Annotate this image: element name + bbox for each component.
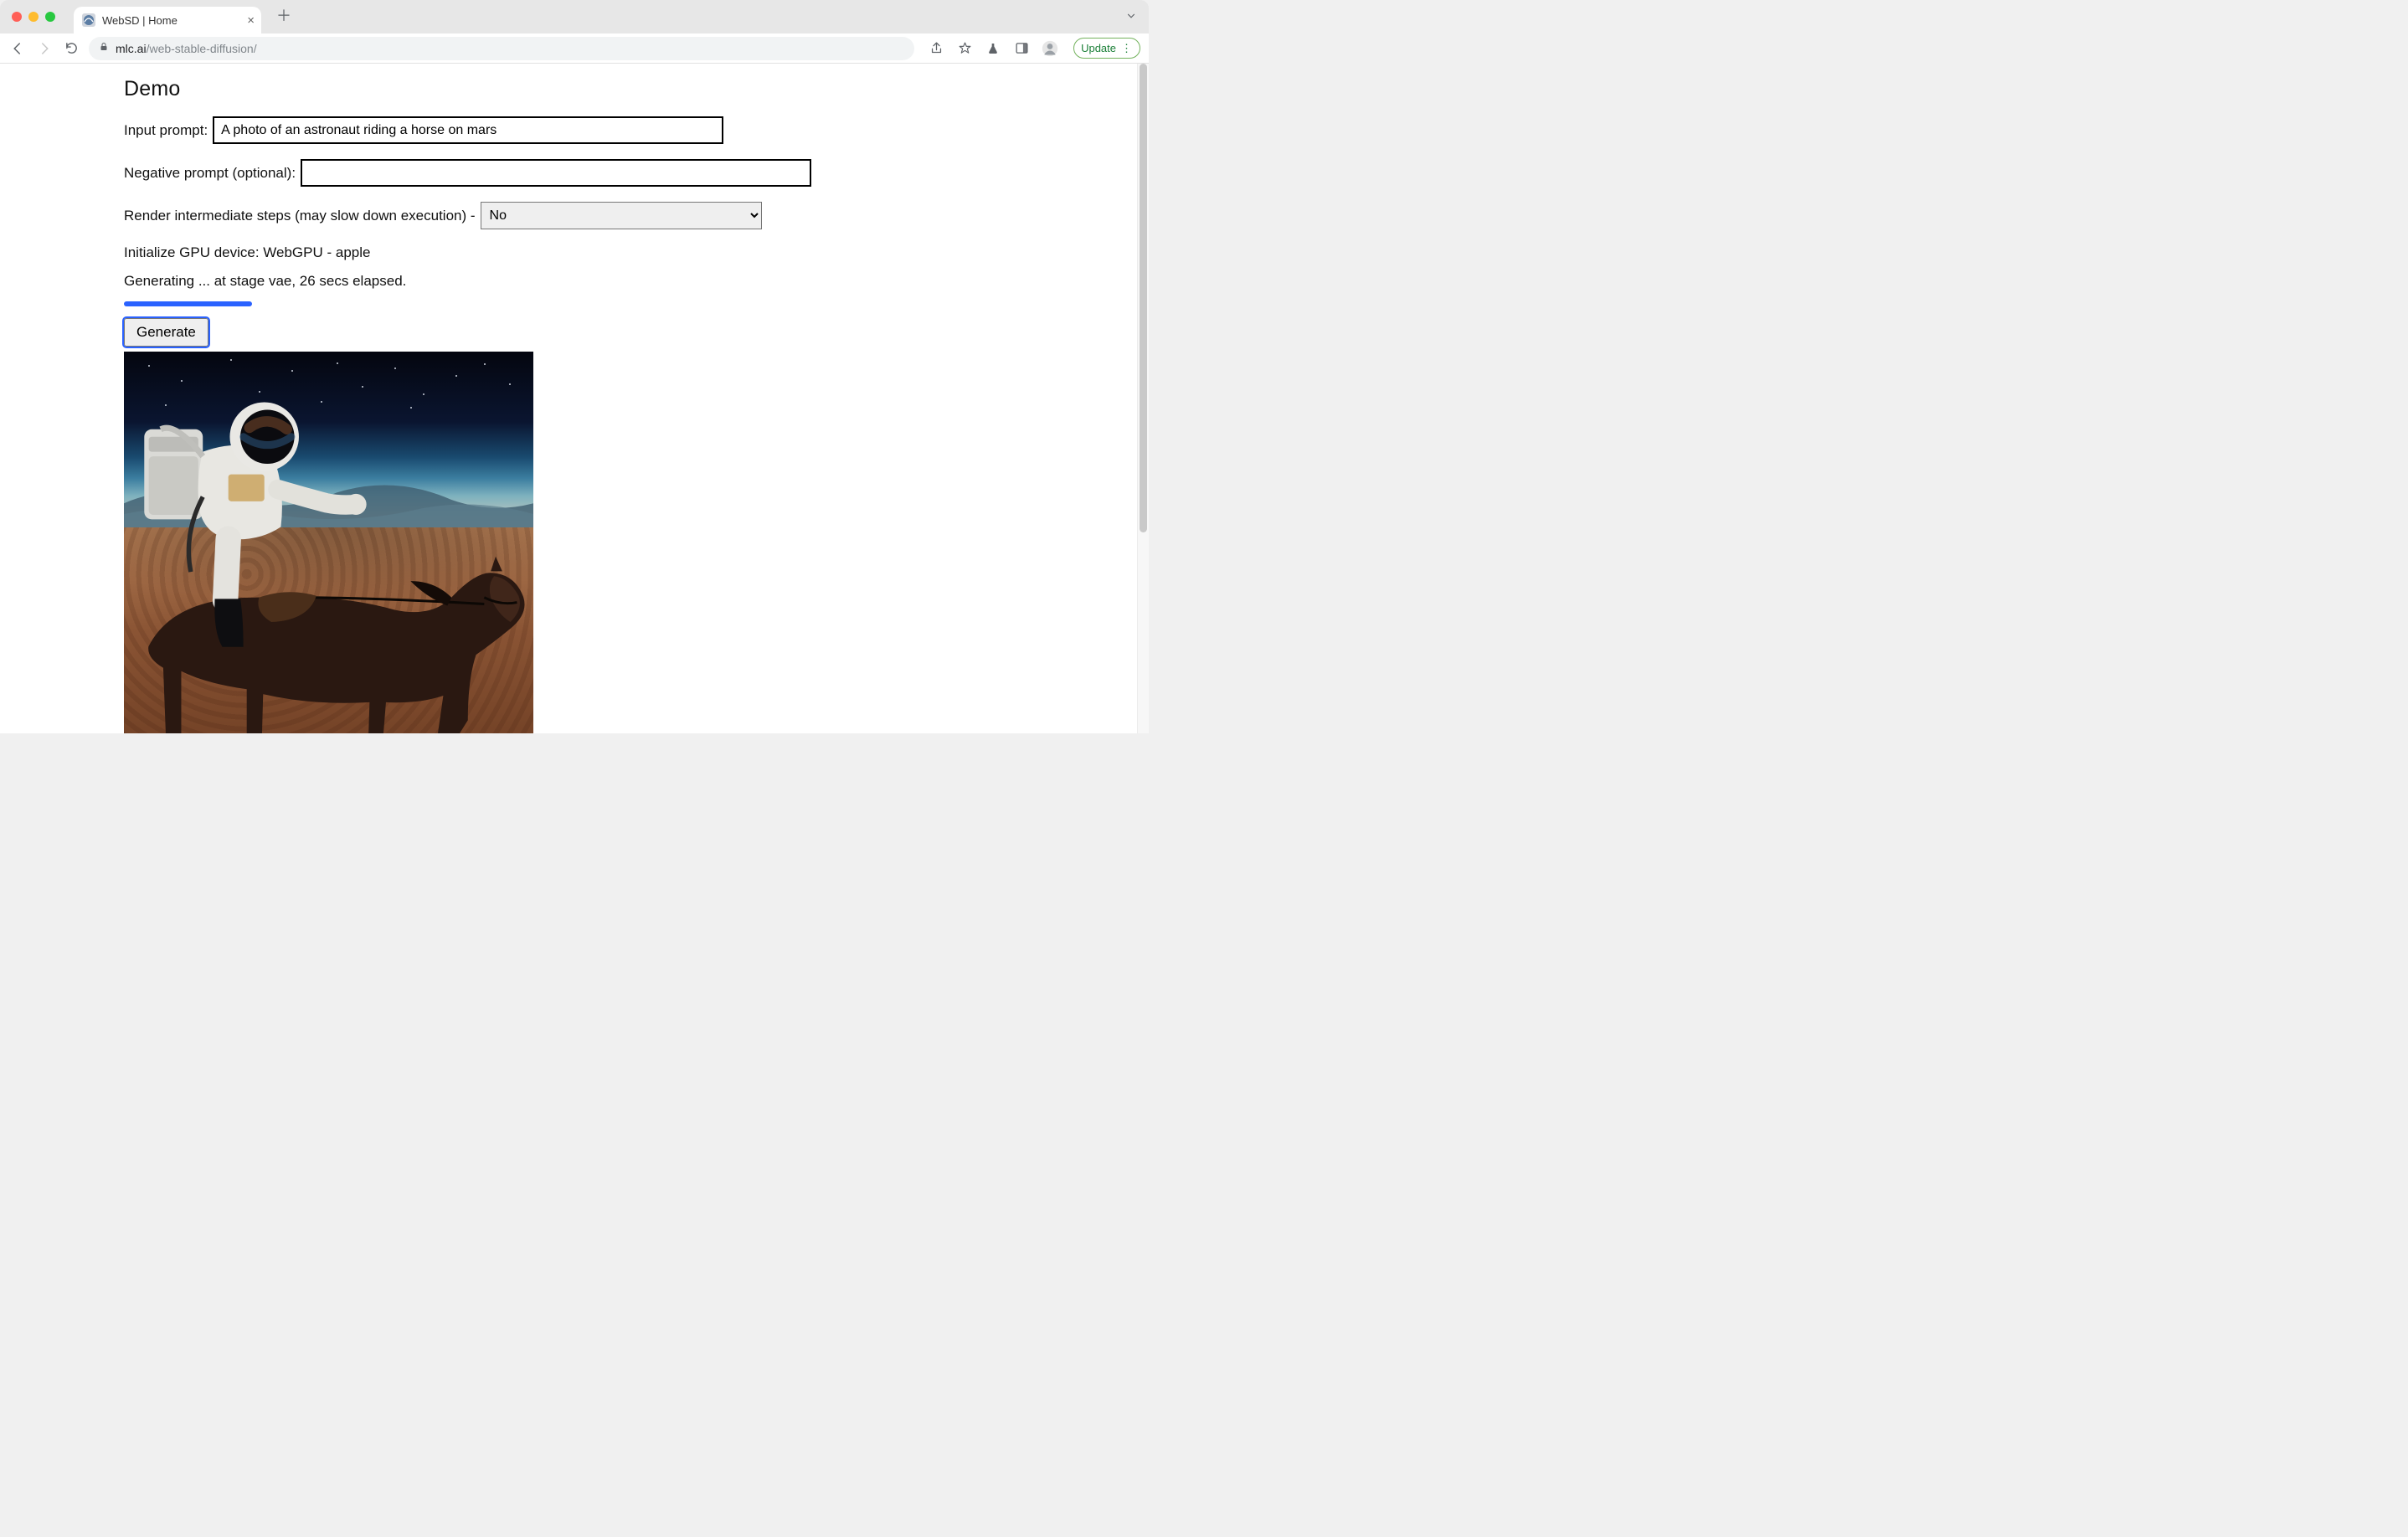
- update-button[interactable]: Update ⋮: [1073, 38, 1140, 59]
- address-bar[interactable]: mlc.ai/web-stable-diffusion/: [89, 37, 914, 60]
- negative-prompt-field[interactable]: [301, 159, 811, 187]
- generated-image: [124, 352, 533, 733]
- window-fullscreen-button[interactable]: [45, 12, 55, 22]
- page-content: Demo Input prompt: Negative prompt (opti…: [0, 64, 837, 733]
- reload-button[interactable]: [62, 39, 80, 58]
- input-prompt-field[interactable]: [213, 116, 723, 144]
- image-astronaut: [124, 384, 378, 655]
- browser-tab[interactable]: WebSD | Home ×: [74, 7, 261, 33]
- generation-status-text: Generating ... at stage vae, 26 secs ela…: [124, 273, 837, 290]
- window-close-button[interactable]: [12, 12, 22, 22]
- render-intermediate-select[interactable]: No: [481, 202, 762, 229]
- share-icon[interactable]: [928, 40, 944, 57]
- gpu-status-text: Initialize GPU device: WebGPU - apple: [124, 244, 837, 261]
- forward-button[interactable]: [35, 39, 54, 58]
- tabs-dropdown-button[interactable]: [1125, 10, 1137, 26]
- window-minimize-button[interactable]: [28, 12, 39, 22]
- scrollbar-thumb[interactable]: [1140, 64, 1147, 532]
- negative-prompt-label: Negative prompt (optional):: [124, 165, 296, 182]
- generate-button[interactable]: Generate: [124, 318, 208, 347]
- new-tab-button[interactable]: ＋: [273, 4, 295, 26]
- extension-flask-icon[interactable]: [985, 40, 1001, 57]
- negative-prompt-row: Negative prompt (optional):: [124, 159, 837, 187]
- browser-toolbar: mlc.ai/web-stable-diffusion/ Update ⋮: [0, 33, 1149, 64]
- render-intermediate-label: Render intermediate steps (may slow down…: [124, 208, 476, 224]
- vertical-scrollbar[interactable]: [1137, 64, 1149, 733]
- secure-lock-icon: [99, 42, 109, 54]
- url-host: mlc.ai: [116, 42, 147, 55]
- input-prompt-label: Input prompt:: [124, 122, 208, 139]
- tab-close-button[interactable]: ×: [247, 13, 255, 28]
- side-panel-icon[interactable]: [1013, 40, 1030, 57]
- url-path: /web-stable-diffusion/: [147, 42, 257, 55]
- window-controls: [12, 12, 55, 22]
- update-label: Update: [1081, 42, 1116, 54]
- toolbar-actions: [928, 40, 1058, 57]
- page-heading: Demo: [124, 77, 837, 101]
- profile-avatar-icon[interactable]: [1042, 40, 1058, 57]
- kebab-menu-icon: ⋮: [1121, 46, 1133, 51]
- browser-titlebar: WebSD | Home × ＋: [0, 0, 1149, 33]
- progress-bar: [124, 301, 252, 306]
- tab-favicon-icon: [82, 13, 95, 27]
- render-intermediate-row: Render intermediate steps (may slow down…: [124, 202, 837, 229]
- tab-title: WebSD | Home: [102, 14, 178, 27]
- input-prompt-row: Input prompt:: [124, 116, 837, 144]
- bookmark-star-icon[interactable]: [956, 40, 973, 57]
- back-button[interactable]: [8, 39, 27, 58]
- page-viewport: Demo Input prompt: Negative prompt (opti…: [0, 64, 1149, 733]
